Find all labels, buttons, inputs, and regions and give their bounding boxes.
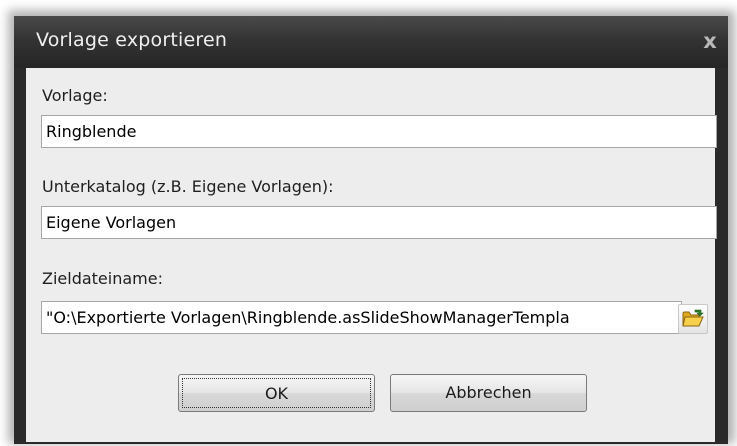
template-input[interactable] [42, 116, 716, 147]
screenshot-canvas: Vorlage exportieren x Vorlage: Unterkata… [0, 0, 737, 446]
open-folder-icon [682, 309, 704, 327]
subcatalog-field[interactable] [41, 206, 717, 239]
ok-button[interactable]: OK [178, 374, 375, 412]
template-field[interactable] [41, 115, 717, 148]
subcatalog-label: Unterkatalog (z.B. Eigene Vorlagen): [42, 177, 334, 196]
target-filename-input[interactable] [42, 302, 681, 333]
cancel-button[interactable]: Abbrechen [390, 374, 587, 412]
close-icon[interactable]: x [696, 26, 724, 56]
ok-button-label: OK [182, 378, 371, 408]
target-filename-field[interactable] [41, 301, 682, 334]
subcatalog-input[interactable] [42, 207, 716, 238]
cancel-button-label: Abbrechen [445, 383, 532, 402]
title-bar[interactable]: Vorlage exportieren x [14, 16, 728, 68]
browse-button[interactable] [678, 304, 708, 334]
dialog-title: Vorlage exportieren [36, 29, 228, 51]
export-template-dialog: Vorlage exportieren x Vorlage: Unterkata… [14, 16, 728, 444]
template-label: Vorlage: [42, 86, 108, 105]
target-filename-label: Zieldateiname: [42, 269, 163, 288]
